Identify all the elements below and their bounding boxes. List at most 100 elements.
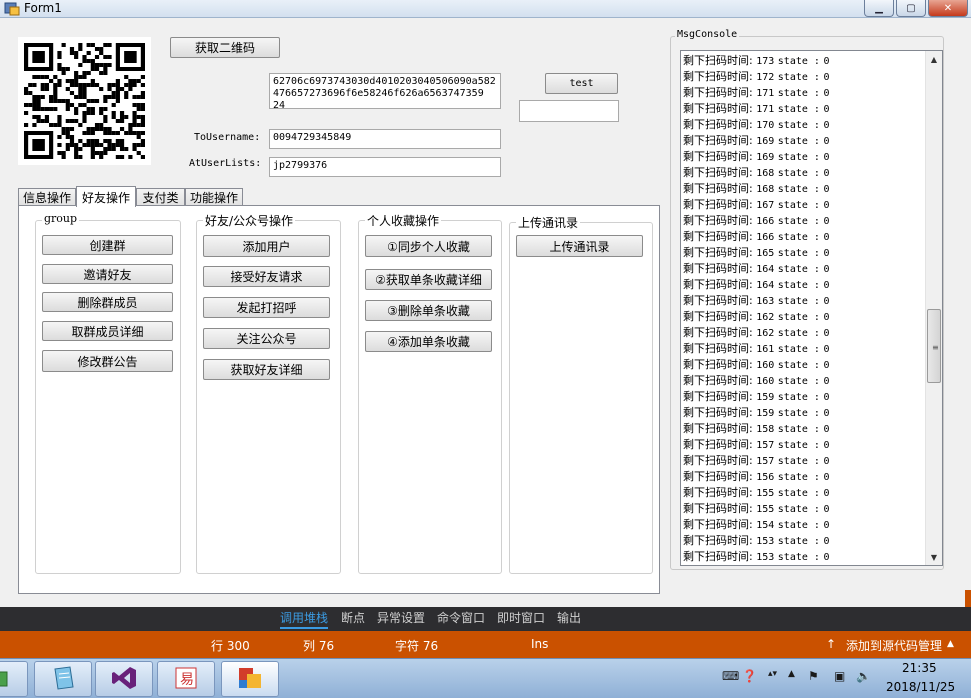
- console-line-state-label: state :: [777, 136, 820, 147]
- tab-immediate-window[interactable]: 即时窗口: [497, 609, 545, 629]
- console-line: 剩下扫码时间: 163 state : 0: [683, 293, 923, 309]
- hex-data-textbox[interactable]: 62706c6973743030d4010203040506090a582 47…: [269, 73, 501, 109]
- clock-date[interactable]: 2018/11/25: [886, 680, 955, 694]
- console-line-state-value: 0: [823, 376, 830, 387]
- console-line-time: 154: [756, 520, 775, 531]
- tab-call-stack[interactable]: 调用堆栈: [280, 609, 329, 629]
- title-bar: Form1 ▁ ▢ ✕: [0, 0, 971, 18]
- group-box-title: group: [42, 212, 80, 225]
- sync-favorites-button[interactable]: ①同步个人收藏: [365, 235, 492, 257]
- to-username-label: ToUsername:: [194, 132, 261, 143]
- member-details-button[interactable]: 取群成员详细: [42, 321, 173, 341]
- get-qr-code-button[interactable]: 获取二维码: [170, 37, 280, 58]
- console-line-state-value: 0: [823, 328, 830, 339]
- scroll-down-icon[interactable]: ▼: [926, 549, 942, 565]
- show-hidden-icons[interactable]: ▲: [788, 669, 795, 679]
- arrow-up-icon: ↑: [826, 637, 837, 651]
- console-line: 剩下扫码时间: 173 state : 0: [683, 53, 923, 69]
- console-line-prefix: 剩下扫码时间:: [683, 118, 753, 131]
- group-box-title: 好友/公众号操作: [203, 212, 296, 229]
- console-line-state-label: state :: [777, 232, 820, 243]
- console-line-time: 171: [756, 104, 775, 115]
- add-to-source-control[interactable]: 添加到源代码管理: [846, 637, 942, 654]
- console-line: 剩下扫码时间: 165 state : 0: [683, 245, 923, 261]
- to-username-field[interactable]: 0094729345849: [269, 129, 501, 149]
- create-group-button[interactable]: 创建群: [42, 235, 173, 255]
- console-line: 剩下扫码时间: 155 state : 0: [683, 485, 923, 501]
- test-output-textbox[interactable]: [519, 100, 619, 122]
- taskbar-app-red[interactable]: 易: [157, 661, 215, 697]
- friend-details-button[interactable]: 获取好友详细: [203, 359, 330, 380]
- hex-line-1: 62706c6973743030d4010203040506090a582: [273, 76, 496, 87]
- taskbar-notepad[interactable]: [34, 661, 92, 697]
- console-line-prefix: 剩下扫码时间:: [683, 86, 753, 99]
- console-line-state-value: 0: [823, 280, 830, 291]
- console-line: 剩下扫码时间: 156 state : 0: [683, 469, 923, 485]
- console-line-state-label: state :: [777, 456, 820, 467]
- help-icon[interactable]: ❓: [742, 669, 757, 683]
- at-user-lists-field[interactable]: jp2799376: [269, 157, 501, 177]
- minimize-button[interactable]: ▁: [864, 0, 894, 17]
- get-favorite-detail-button[interactable]: ②获取单条收藏详细: [365, 269, 492, 290]
- console-line-state-value: 0: [823, 120, 830, 131]
- console-line-state-value: 0: [823, 104, 830, 115]
- console-line-time: 156: [756, 472, 775, 483]
- action-center-icon[interactable]: ⚑: [808, 669, 819, 683]
- console-line-prefix: 剩下扫码时间:: [683, 230, 753, 243]
- tab-info-ops[interactable]: 信息操作: [18, 188, 76, 206]
- tab-output[interactable]: 输出: [557, 609, 581, 629]
- send-greeting-button[interactable]: 发起打招呼: [203, 297, 330, 318]
- console-line-state-value: 0: [823, 408, 830, 419]
- maximize-button[interactable]: ▢: [896, 0, 926, 17]
- console-line-prefix: 剩下扫码时间:: [683, 182, 753, 195]
- console-line: 剩下扫码时间: 164 state : 0: [683, 277, 923, 293]
- network-icon[interactable]: ▣: [834, 669, 845, 683]
- console-line: 剩下扫码时间: 161 state : 0: [683, 341, 923, 357]
- console-line-time: 155: [756, 504, 775, 515]
- taskbar-form1[interactable]: [221, 661, 279, 697]
- console-line-time: 163: [756, 296, 775, 307]
- tray-options-icon[interactable]: ▴▾: [768, 669, 777, 679]
- console-line-time: 168: [756, 184, 775, 195]
- tab-command-window[interactable]: 命令窗口: [437, 609, 485, 629]
- console-line-time: 157: [756, 440, 775, 451]
- tab-exception-settings[interactable]: 异常设置: [377, 609, 425, 629]
- add-user-button[interactable]: 添加用户: [203, 235, 330, 257]
- console-line-state-label: state :: [777, 264, 820, 275]
- console-line-state-value: 0: [823, 264, 830, 275]
- scroll-thumb[interactable]: ≡: [927, 309, 941, 383]
- test-button[interactable]: test: [545, 73, 618, 94]
- console-line-state-value: 0: [823, 312, 830, 323]
- console-scrollbar[interactable]: ▲ ≡ ▼: [925, 51, 942, 565]
- accept-friend-request-button[interactable]: 接受好友请求: [203, 266, 330, 287]
- console-line: 剩下扫码时间: 157 state : 0: [683, 453, 923, 469]
- taskbar-visual-studio[interactable]: [95, 661, 153, 697]
- caret-up-icon[interactable]: ▲: [947, 639, 954, 649]
- console-line-time: 158: [756, 424, 775, 435]
- close-button[interactable]: ✕: [928, 0, 968, 17]
- msg-console-textbox[interactable]: 剩下扫码时间: 173 state : 0 剩下扫码时间: 172 state :…: [680, 50, 943, 566]
- edit-announcement-button[interactable]: 修改群公告: [42, 350, 173, 372]
- taskbar-app-partial[interactable]: [0, 661, 28, 697]
- console-line-prefix: 剩下扫码时间:: [683, 534, 753, 547]
- follow-official-account-button[interactable]: 关注公众号: [203, 328, 330, 349]
- delete-member-button[interactable]: 删除群成员: [42, 292, 173, 312]
- console-line-state-value: 0: [823, 344, 830, 355]
- invite-friend-button[interactable]: 邀请好友: [42, 264, 173, 284]
- volume-icon[interactable]: 🔈: [856, 669, 871, 683]
- tab-function-ops[interactable]: 功能操作: [185, 188, 243, 206]
- scroll-up-icon[interactable]: ▲: [926, 51, 942, 67]
- clock-time[interactable]: 21:35: [902, 661, 937, 675]
- console-line-state-label: state :: [777, 56, 820, 67]
- console-line-state-label: state :: [777, 280, 820, 291]
- upload-contacts-button[interactable]: 上传通讯录: [516, 235, 643, 257]
- tab-friend-ops[interactable]: 好友操作: [76, 186, 136, 207]
- tab-payment[interactable]: 支付类: [136, 188, 185, 206]
- notepad-icon: [50, 665, 76, 694]
- add-favorite-button[interactable]: ④添加单条收藏: [365, 331, 492, 352]
- console-line-state-value: 0: [823, 456, 830, 467]
- delete-favorite-button[interactable]: ③删除单条收藏: [365, 300, 492, 321]
- console-line-state-label: state :: [777, 216, 820, 227]
- tab-breakpoints[interactable]: 断点: [341, 609, 365, 629]
- keyboard-icon[interactable]: ⌨: [722, 669, 739, 683]
